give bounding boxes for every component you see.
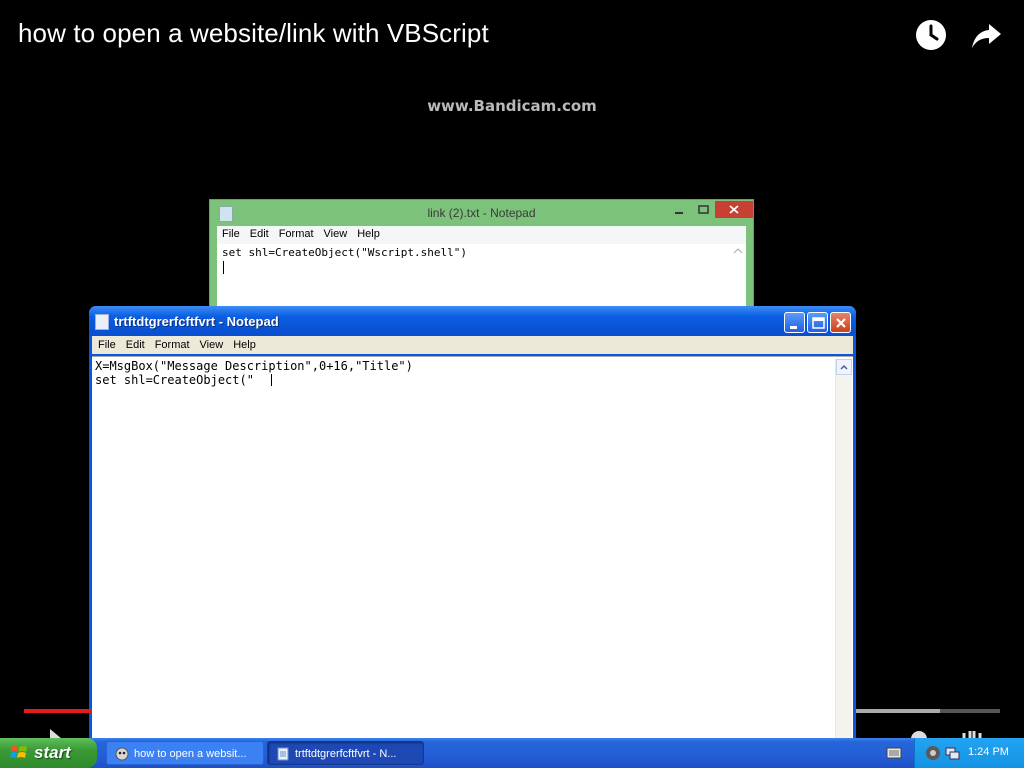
- video-progress-buffered: [856, 709, 940, 713]
- window-title: trtftdtgrerfcftfvrt - Notepad: [114, 314, 279, 329]
- menu-file[interactable]: File: [217, 226, 245, 240]
- close-icon[interactable]: [715, 201, 753, 218]
- start-label: start: [34, 743, 71, 762]
- taskbar-button-browser[interactable]: how to open a websit...: [106, 741, 264, 765]
- menu-view[interactable]: View: [319, 226, 353, 240]
- video-title[interactable]: how to open a website/link with VBScript: [18, 18, 489, 49]
- keyboard-icon[interactable]: [886, 746, 902, 760]
- tray-app-icon[interactable]: [925, 745, 941, 761]
- clock-icon[interactable]: [915, 19, 947, 51]
- menu-file[interactable]: File: [92, 336, 120, 351]
- task-label: how to open a websit...: [134, 748, 247, 760]
- close-button[interactable]: [830, 312, 851, 333]
- play-icon[interactable]: [48, 726, 64, 739]
- menu-edit[interactable]: Edit: [120, 336, 149, 351]
- minimize-button[interactable]: [784, 312, 805, 333]
- start-button[interactable]: start: [0, 738, 97, 768]
- tray-network-icon[interactable]: [944, 745, 960, 761]
- task-label: trtftdtgrerfcftfvrt - N...: [295, 748, 397, 760]
- taskbar-button-notepad[interactable]: trtftdtgrerfcftfvrt - N...: [267, 741, 424, 765]
- title-bar[interactable]: trtftdtgrerfcftfvrt - Notepad: [89, 306, 856, 336]
- media-player-icon: [115, 747, 129, 761]
- windows-flag-icon: [10, 746, 27, 758]
- menu-help[interactable]: Help: [227, 336, 260, 351]
- menu-view[interactable]: View: [194, 336, 228, 351]
- menu-help[interactable]: Help: [352, 226, 385, 240]
- system-tray: 1:24 PM: [914, 738, 1024, 768]
- text-caret: [271, 374, 272, 386]
- editor-line: set shl=CreateObject("Wscript.shell"): [222, 246, 468, 259]
- menu-bar: File Edit Format View Help: [217, 226, 746, 245]
- notepad-window-background[interactable]: link (2).txt - Notepad File Edit Format Vie…: [209, 199, 754, 319]
- menu-format[interactable]: Format: [274, 226, 319, 240]
- share-arrow-icon[interactable]: [969, 20, 1003, 52]
- text-caret: [223, 261, 224, 274]
- clock[interactable]: 1:24 PM: [968, 746, 1009, 758]
- scroll-up-button[interactable]: [836, 359, 852, 375]
- taskbar: start how to open a websit... trtftdtgre…: [0, 738, 1024, 768]
- editor-line-2: set shl=CreateObject(": [95, 373, 254, 387]
- minimize-icon[interactable]: [668, 202, 690, 218]
- maximize-icon[interactable]: [692, 202, 714, 218]
- text-editor-area[interactable]: X=MsgBox("Message Description",0+16,"Tit…: [92, 356, 853, 746]
- video-progress-played[interactable]: [24, 709, 92, 713]
- notepad-icon: [95, 314, 109, 330]
- settings-icon[interactable]: [908, 726, 930, 747]
- vertical-scrollbar[interactable]: [835, 359, 852, 746]
- menu-format[interactable]: Format: [149, 336, 194, 351]
- notepad-icon: [277, 747, 289, 761]
- fullscreen-icon[interactable]: [960, 726, 984, 739]
- menu-edit[interactable]: Edit: [245, 226, 274, 240]
- editor-line-1: X=MsgBox("Message Description",0+16,"Tit…: [95, 359, 413, 373]
- menu-bar: File Edit Format View Help: [92, 336, 853, 354]
- watermark-text: www.Bandicam.com: [427, 97, 597, 115]
- notepad-window-foreground[interactable]: trtftdtgrerfcftfvrt - Notepad File Edit Fo…: [89, 306, 856, 746]
- maximize-button[interactable]: [807, 312, 828, 333]
